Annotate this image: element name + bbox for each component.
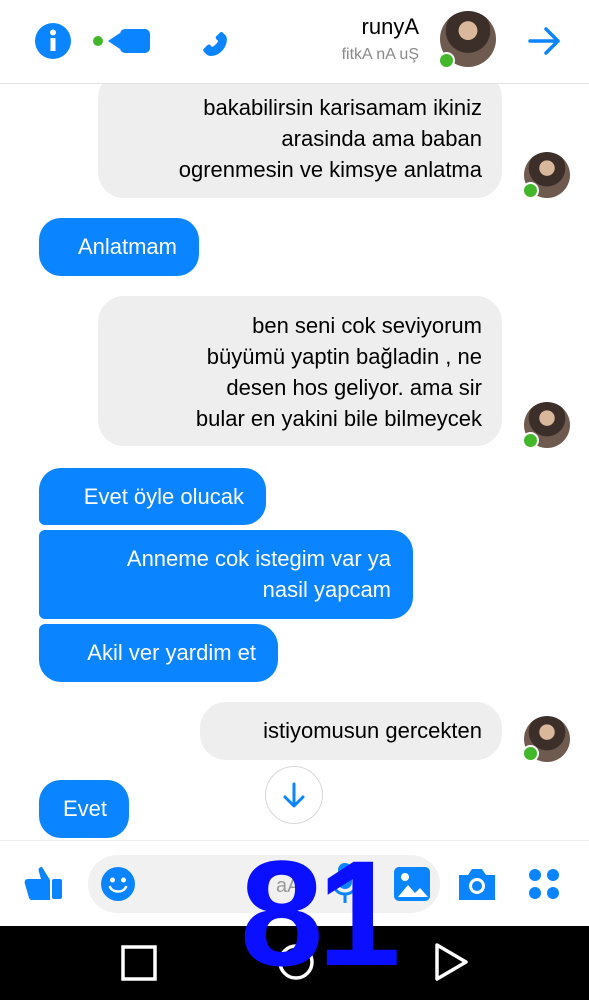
message-outgoing[interactable]: Evet öyle olucak: [39, 468, 266, 525]
camera-icon[interactable]: [456, 865, 498, 903]
recent-apps-icon[interactable]: [120, 944, 158, 982]
gallery-icon[interactable]: [392, 865, 432, 903]
arrow-down-icon: [283, 782, 305, 808]
phone-icon[interactable]: [190, 22, 228, 60]
message-incoming[interactable]: istiyomusun gercekten: [200, 702, 502, 760]
info-icon[interactable]: [34, 22, 72, 60]
message-outgoing[interactable]: Akil ver yardim et: [39, 624, 278, 682]
message-list[interactable]: bakabilirsin karisamam ikiniz arasinda a…: [0, 84, 589, 840]
message-outgoing[interactable]: Anneme cok istegim var ya nasil yapcam: [39, 530, 413, 619]
like-icon[interactable]: [22, 863, 64, 903]
message-outgoing[interactable]: Anlatmam: [39, 218, 199, 276]
active-status: Şu An Aktif: [341, 46, 419, 63]
scroll-down-button[interactable]: [265, 766, 323, 824]
online-indicator: [522, 745, 539, 762]
online-indicator: [438, 52, 455, 69]
online-indicator: [522, 432, 539, 449]
video-call-icon[interactable]: [90, 26, 152, 56]
message-incoming[interactable]: bakabilirsin karisamam ikiniz arasinda a…: [98, 84, 502, 198]
online-indicator: [522, 182, 539, 199]
back-arrow-icon[interactable]: [526, 22, 564, 60]
emoji-icon[interactable]: [100, 866, 136, 902]
apps-icon[interactable]: [526, 866, 562, 902]
contact-name[interactable]: Aynur: [362, 14, 419, 40]
message-outgoing[interactable]: Evet: [39, 780, 129, 838]
back-icon[interactable]: [432, 942, 470, 982]
chat-header: Aynur Şu An Aktif: [0, 0, 589, 84]
message-incoming[interactable]: ben seni cok seviyorum büyümü yaptin bağ…: [98, 296, 502, 446]
age-rating-overlay: 18: [240, 829, 401, 997]
